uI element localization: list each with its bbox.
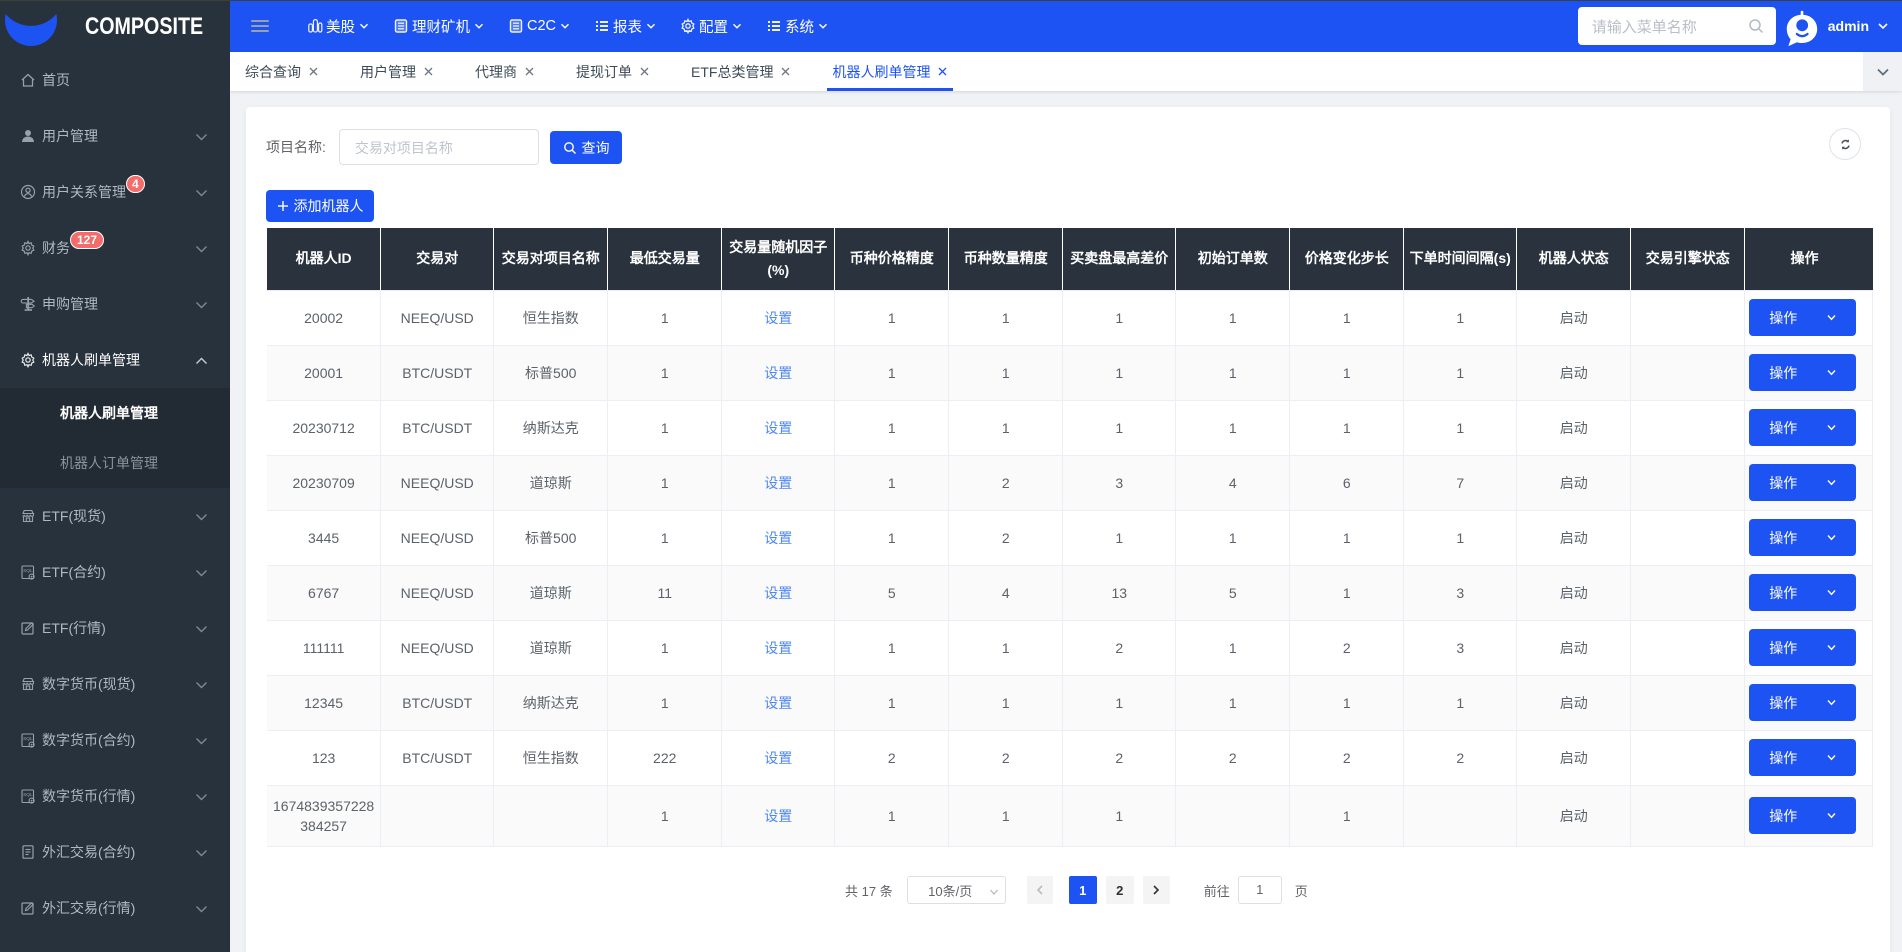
svg-text:SQL: SQL <box>23 736 33 742</box>
svg-text:SQL: SQL <box>23 792 33 798</box>
svg-text:SQL: SQL <box>23 568 33 574</box>
